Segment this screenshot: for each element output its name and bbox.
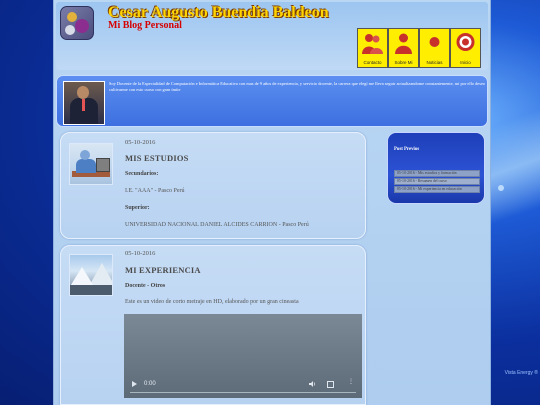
dot-icon (429, 37, 440, 47)
sidebar-post-list: 05-10-2016 - Mis estudios y formación 05… (394, 170, 480, 194)
post-card: 05-10-2016 MI EXPERIENCIA Docente - Otro… (60, 245, 366, 405)
video-controls: 0:00 ⋮ (130, 379, 356, 393)
nav-label: Contacto (363, 60, 382, 65)
video-progress-track[interactable] (130, 392, 356, 393)
nav-label: Noticias (426, 60, 443, 65)
volume-icon[interactable] (309, 381, 316, 387)
blog-logo-icon (60, 6, 94, 40)
sidebar-previous-posts: Post Previos 05-10-2016 - Mis estudios y… (387, 132, 485, 204)
post-heading: Secundarios: (125, 171, 159, 177)
post-title[interactable]: MIS ESTUDIOS (125, 153, 189, 163)
profile-photo (63, 81, 105, 125)
person-icon (395, 33, 412, 54)
nav-inicio-button[interactable]: Inicio (450, 28, 481, 68)
nav-contacto-button[interactable]: Contacto (357, 28, 388, 68)
fullscreen-icon[interactable] (327, 381, 334, 388)
blog-header: Cesar Augusto Buendia Baldeon Mi Blog Pe… (56, 2, 488, 70)
video-time: 0:00 (144, 381, 156, 387)
post-card: 05-10-2016 MIS ESTUDIOS Secundarios: I.E… (60, 132, 366, 239)
people-icon (362, 34, 383, 54)
post-thumbnail[interactable] (69, 143, 113, 185)
post-text: UNIVERSIDAD NACIONAL DANIEL ALCIDES CARR… (125, 222, 309, 228)
bio-text: Soy Docente de la Especialidad de Comput… (109, 81, 486, 92)
bio-section: Soy Docente de la Especialidad de Comput… (56, 75, 488, 127)
nav-noticias-button[interactable]: Noticias (419, 28, 450, 68)
post-text: I.E. "AAA" - Pasco Perú (125, 188, 185, 194)
blog-page: Cesar Augusto Buendia Baldeon Mi Blog Pe… (53, 0, 491, 405)
more-options-icon[interactable]: ⋮ (348, 379, 354, 388)
sidebar-title: Post Previos (394, 147, 420, 152)
nav-label: Inicio (460, 60, 471, 65)
wallpaper-watermark: Vista Energy ® (504, 370, 538, 376)
post-heading: Superior: (125, 205, 150, 211)
play-icon[interactable] (132, 381, 137, 387)
post-text: Este es un video de corto metraje en HD,… (125, 299, 299, 305)
sidebar-post-link[interactable]: 05-10-2016 - Resumen del curso (394, 178, 480, 185)
target-icon (456, 33, 475, 51)
site-subtitle: Mi Blog Personal (108, 20, 182, 31)
post-thumbnail[interactable] (69, 254, 113, 296)
post-title[interactable]: MI EXPERIENCIA (125, 265, 201, 275)
post-date: 05-10-2016 (125, 250, 156, 257)
post-date: 05-10-2016 (125, 139, 156, 146)
post-heading: Docente - Otros (125, 283, 166, 289)
background-dot (498, 185, 504, 191)
sidebar-post-link[interactable]: 05-10-2016 - Mis estudios y formación (394, 170, 480, 177)
nav-label: Sobre Mi (394, 60, 413, 65)
video-player[interactable]: 0:00 ⋮ (124, 314, 362, 398)
sidebar-post-link[interactable]: 05-10-2016 - Mi experiencia en educación (394, 186, 480, 193)
nav-sobre-mi-button[interactable]: Sobre Mi (388, 28, 419, 68)
